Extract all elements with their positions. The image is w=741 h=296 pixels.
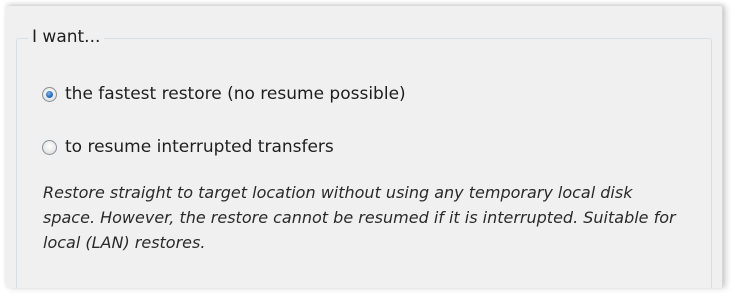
resume-transfers-radio[interactable] [42, 139, 57, 155]
fastest-restore-label[interactable]: the fastest restore (no resume possible) [65, 83, 406, 105]
resume-transfers-option[interactable]: to resume interrupted transfers [42, 136, 334, 158]
resume-transfers-label[interactable]: to resume interrupted transfers [65, 136, 334, 158]
groupbox-title: I want... [28, 26, 105, 48]
fastest-restore-radio[interactable] [42, 86, 57, 102]
restore-options-panel: I want... the fastest restore (no resume… [6, 6, 723, 288]
option-description: Restore straight to target location with… [43, 183, 676, 252]
fastest-restore-option[interactable]: the fastest restore (no resume possible) [42, 83, 406, 105]
